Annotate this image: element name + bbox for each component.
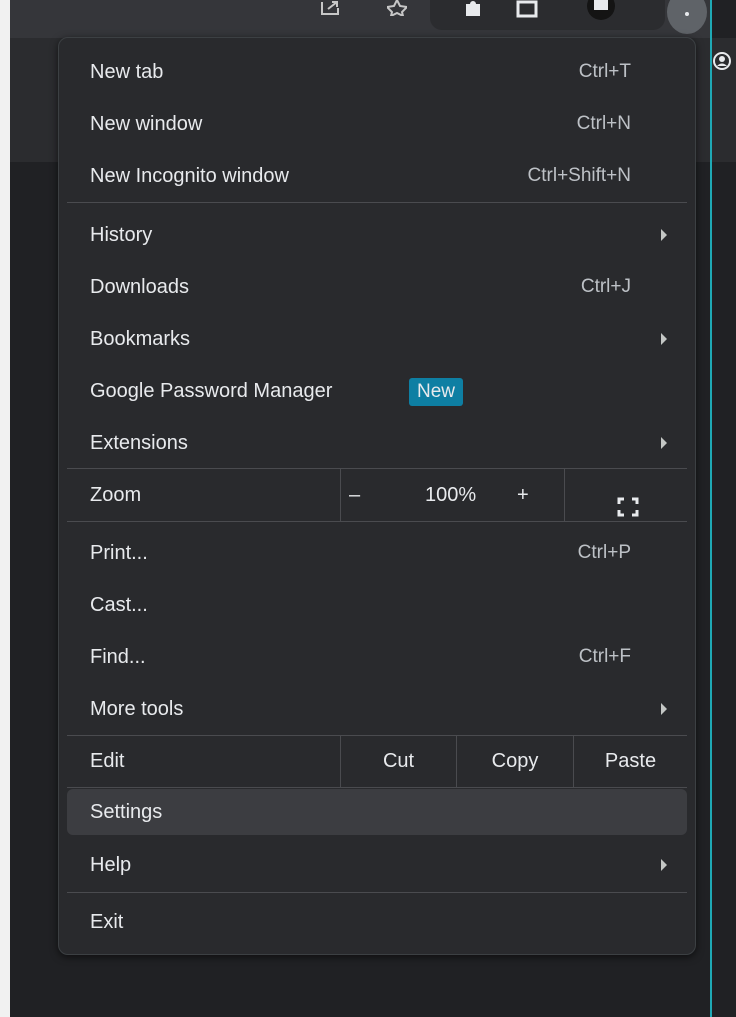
puzzle-icon[interactable] [458, 0, 488, 22]
submenu-arrow-icon [661, 703, 667, 715]
menu-item-help[interactable]: Help [67, 839, 687, 891]
copy-button[interactable]: Copy [457, 735, 573, 787]
menu-separator [67, 202, 687, 203]
menu-item-find[interactable]: Find... Ctrl+F [67, 631, 687, 683]
menu-item-label: Extensions [90, 432, 188, 454]
menu-item-extensions[interactable]: Extensions [67, 417, 687, 469]
browser-toolbar [10, 0, 710, 38]
zoom-divider [564, 469, 565, 521]
menu-item-password-manager[interactable]: Google Password Manager New [67, 365, 687, 417]
profile-avatar-icon[interactable] [586, 0, 616, 22]
menu-item-downloads[interactable]: Downloads Ctrl+J [67, 261, 687, 313]
star-icon[interactable] [382, 0, 412, 22]
menu-item-more-tools[interactable]: More tools [67, 683, 687, 735]
submenu-arrow-icon [661, 333, 667, 345]
menu-item-shortcut: Ctrl+N [576, 113, 631, 134]
edit-label: Edit [90, 750, 125, 772]
menu-item-label: New Incognito window [90, 165, 289, 187]
menu-item-shortcut: Ctrl+T [578, 61, 631, 82]
zoom-label: Zoom [90, 484, 142, 506]
window-edge [0, 0, 10, 1017]
menu-item-shortcut: Ctrl+Shift+N [527, 165, 631, 186]
zoom-divider [340, 469, 341, 521]
menu-item-label: History [90, 224, 153, 246]
menu-item-print[interactable]: Print... Ctrl+P [67, 527, 687, 579]
menu-item-label: New window [90, 113, 203, 135]
menu-item-label: Bookmarks [90, 328, 191, 350]
menu-item-label: Help [90, 854, 132, 876]
menu-item-shortcut: Ctrl+F [578, 646, 631, 667]
menu-item-label: Find... [90, 646, 146, 668]
cut-button[interactable]: Cut [341, 735, 456, 787]
menu-separator [67, 521, 687, 522]
chrome-main-menu: New tab Ctrl+T New window Ctrl+N New Inc… [58, 37, 696, 955]
menu-item-new-incognito-window[interactable]: New Incognito window Ctrl+Shift+N [67, 150, 687, 202]
more-vert-icon[interactable] [667, 0, 707, 34]
paste-button[interactable]: Paste [574, 735, 687, 787]
menu-item-label: Google Password Manager [90, 380, 333, 402]
menu-row-zoom: Zoom – 100% + [67, 469, 687, 521]
share-icon[interactable] [315, 0, 345, 22]
menu-row-edit: Edit Cut Copy Paste [67, 735, 687, 787]
submenu-arrow-icon [661, 229, 667, 241]
menu-item-label: Print... [90, 542, 148, 564]
menu-item-new-tab[interactable]: New tab Ctrl+T [67, 46, 687, 98]
menu-item-label: Cast... [90, 594, 148, 616]
menu-item-cast[interactable]: Cast... [67, 579, 687, 631]
menu-item-label: Downloads [90, 276, 189, 298]
menu-separator [67, 892, 687, 893]
menu-item-new-window[interactable]: New window Ctrl+N [67, 98, 687, 150]
zoom-out-button[interactable]: – [349, 469, 360, 521]
menu-item-label: New tab [90, 61, 164, 83]
fullscreen-icon[interactable] [617, 485, 639, 517]
menu-item-history[interactable]: History [67, 209, 687, 261]
side-panel-icon[interactable] [512, 0, 542, 22]
submenu-arrow-icon [661, 437, 667, 449]
zoom-level-value: 100% [425, 484, 477, 506]
menu-item-label: More tools [90, 698, 184, 720]
menu-item-shortcut: Ctrl+P [577, 542, 631, 563]
profile-icon[interactable] [713, 52, 731, 70]
zoom-in-button[interactable]: + [517, 469, 529, 521]
submenu-arrow-icon [661, 859, 667, 871]
menu-item-bookmarks[interactable]: Bookmarks [67, 313, 687, 365]
menu-item-label: Settings [90, 801, 163, 823]
menu-separator [67, 787, 687, 788]
menu-item-settings[interactable]: Settings [67, 789, 687, 835]
menu-item-label: Exit [90, 911, 124, 933]
menu-item-shortcut: Ctrl+J [580, 276, 631, 297]
new-badge: New [409, 378, 464, 406]
menu-item-exit[interactable]: Exit [67, 896, 687, 948]
